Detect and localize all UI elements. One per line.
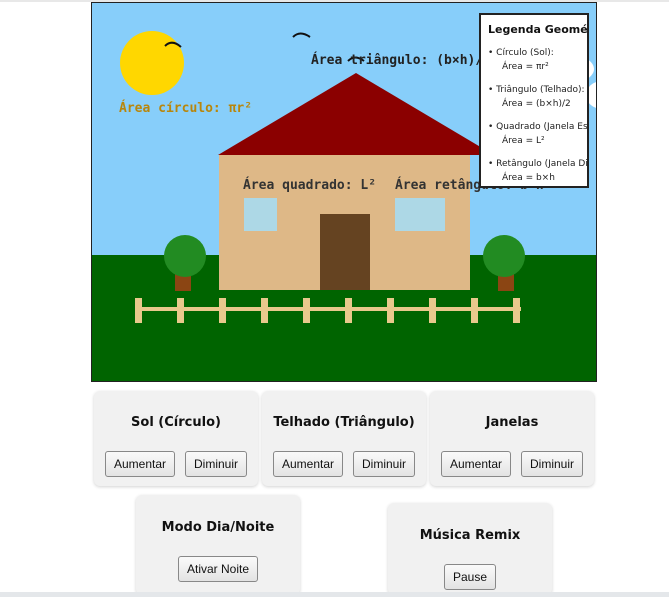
windows-control-card: Janelas Aumentar Diminuir bbox=[430, 391, 594, 486]
triangle-area-label: Área triângulo: (b×h)/2 bbox=[311, 52, 491, 68]
music-pause-button[interactable]: Pause bbox=[444, 564, 496, 590]
legend-item-circle: • Círculo (Sol): Área = πr² bbox=[488, 46, 581, 74]
legend-title: Legenda Geométrica bbox=[488, 23, 588, 36]
music-control-card: Música Remix Pause bbox=[388, 503, 552, 595]
sun-control-title: Sol (Círculo) bbox=[131, 415, 221, 430]
geometry-legend: Legenda Geométrica • Círculo (Sol): Área… bbox=[479, 13, 589, 188]
legend-item-square: • Quadrado (Janela Esq.): Área = L² bbox=[488, 120, 587, 148]
legend-item-formula: Área = b×h bbox=[502, 173, 555, 183]
legend-item-formula: Área = (b×h)/2 bbox=[502, 99, 571, 109]
sun-control-card: Sol (Círculo) Aumentar Diminuir bbox=[94, 391, 258, 486]
legend-item-name: • Quadrado (Janela Esq.): bbox=[488, 122, 588, 132]
roof-control-card: Telhado (Triângulo) Aumentar Diminuir bbox=[262, 391, 426, 486]
right-window-rectangle bbox=[395, 198, 445, 231]
legend-item-rectangle: • Retângulo (Janela Dir.): Área = b×h bbox=[488, 157, 587, 185]
windows-increase-button[interactable]: Aumentar bbox=[441, 451, 511, 477]
bottom-border bbox=[0, 592, 669, 597]
sun-decrease-button[interactable]: Diminuir bbox=[185, 451, 247, 477]
legend-item-triangle: • Triângulo (Telhado): Área = (b×h)/2 bbox=[488, 83, 585, 111]
daynight-control-title: Modo Dia/Noite bbox=[161, 520, 275, 535]
legend-item-name: • Círculo (Sol): bbox=[488, 48, 554, 58]
sun-circle bbox=[120, 31, 184, 95]
drawing-canvas[interactable]: Área círculo: πr² Área triângulo: (b×h)/… bbox=[91, 2, 597, 382]
tree-leaves bbox=[164, 235, 206, 277]
legend-item-name: • Retângulo (Janela Dir.): bbox=[488, 159, 589, 169]
tree-leaves bbox=[483, 235, 525, 277]
legend-item-formula: Área = L² bbox=[502, 136, 545, 146]
windows-decrease-button[interactable]: Diminuir bbox=[521, 451, 583, 477]
left-window-square bbox=[244, 198, 277, 231]
toggle-night-button[interactable]: Ativar Noite bbox=[178, 556, 258, 582]
door bbox=[320, 214, 370, 290]
music-control-title: Música Remix bbox=[419, 528, 521, 543]
windows-control-title: Janelas bbox=[485, 415, 539, 430]
circle-area-label: Área círculo: πr² bbox=[119, 100, 252, 116]
legend-item-name: • Triângulo (Telhado): bbox=[488, 85, 585, 95]
roof-control-title: Telhado (Triângulo) bbox=[273, 415, 415, 430]
sun-increase-button[interactable]: Aumentar bbox=[105, 451, 175, 477]
roof-increase-button[interactable]: Aumentar bbox=[273, 451, 343, 477]
daynight-control-card: Modo Dia/Noite Ativar Noite bbox=[136, 495, 300, 595]
legend-item-formula: Área = πr² bbox=[502, 62, 549, 72]
roof-decrease-button[interactable]: Diminuir bbox=[353, 451, 415, 477]
square-area-label: Área quadrado: L² bbox=[243, 177, 376, 193]
